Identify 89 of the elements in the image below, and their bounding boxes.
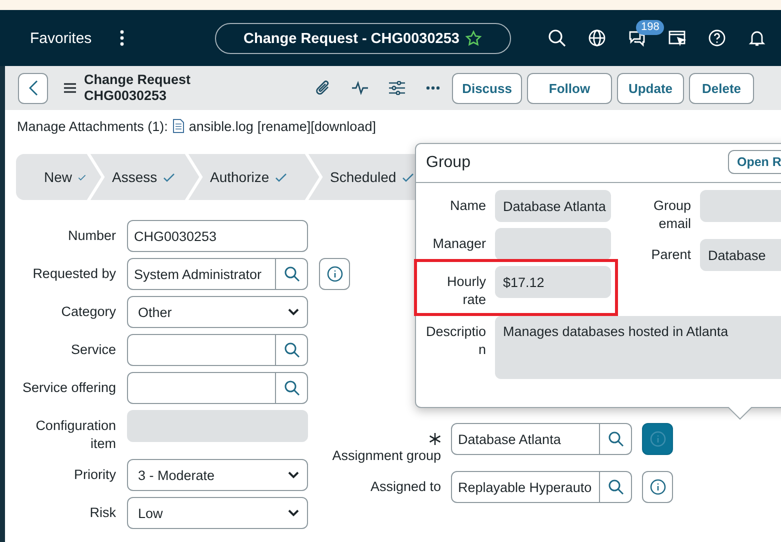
- search-icon: [284, 380, 300, 396]
- check-icon: [78, 172, 86, 182]
- field-label: Configuration item: [36, 418, 116, 451]
- field-label: Priority: [74, 467, 116, 482]
- stage-step: Assess: [106, 154, 184, 200]
- back-button[interactable]: [18, 72, 48, 104]
- info-icon: [650, 431, 666, 447]
- field-label: Category: [61, 304, 116, 319]
- search-icon: [608, 479, 624, 495]
- more-icon[interactable]: [426, 86, 440, 90]
- chevron-down-icon: [288, 471, 299, 479]
- stage-step: New: [16, 154, 86, 200]
- stage-step: Authorize: [204, 154, 304, 200]
- search-icon: [284, 266, 300, 282]
- popup-title: Group: [426, 154, 470, 172]
- stage-divider: [86, 154, 106, 200]
- document-icon: [172, 119, 184, 133]
- info-button[interactable]: [642, 423, 673, 455]
- select-field[interactable]: Other: [127, 296, 308, 328]
- bell-icon[interactable]: [748, 29, 766, 47]
- description-field: Manages databases hosted in Atlanta: [495, 316, 781, 379]
- attachment-action-link[interactable]: [download]: [310, 118, 376, 134]
- input-field[interactable]: [127, 372, 276, 404]
- action-button[interactable]: Discuss: [452, 72, 522, 104]
- stage-divider: [304, 154, 324, 200]
- field-label: Service offering: [22, 380, 116, 395]
- search-button[interactable]: [600, 471, 632, 503]
- chat-icon[interactable]: [628, 29, 646, 47]
- record-title-pill[interactable]: Change Request - CHG0030253: [215, 23, 511, 54]
- attachment-action-link[interactable]: [rename]: [257, 118, 311, 134]
- attachments-label: Manage Attachments (1):: [17, 118, 168, 134]
- screen-icon[interactable]: [668, 29, 686, 47]
- info-button[interactable]: [642, 471, 673, 503]
- help-icon[interactable]: [708, 29, 726, 47]
- stage-divider: [184, 154, 204, 200]
- star-icon[interactable]: [465, 30, 482, 47]
- chevron-down-icon: [288, 509, 299, 517]
- input-field[interactable]: CHG0030253: [127, 220, 308, 252]
- back-icon: [28, 80, 38, 96]
- action-button[interactable]: Update: [617, 72, 684, 104]
- field-label: Assignment group: [332, 448, 441, 463]
- check-icon: [275, 172, 288, 182]
- search-button[interactable]: [600, 423, 632, 455]
- search-icon: [608, 431, 624, 447]
- action-button[interactable]: Delete: [689, 72, 754, 104]
- select-field[interactable]: 3 - Moderate: [127, 459, 308, 491]
- record-number: CHG0030253: [84, 88, 168, 104]
- field-label: Assigned to: [370, 479, 441, 494]
- info-button[interactable]: [319, 258, 350, 290]
- input-field[interactable]: Replayable Hyperauto: [451, 471, 600, 503]
- select-field[interactable]: Low: [127, 497, 308, 529]
- field-label: Risk: [90, 505, 116, 520]
- field-label: Service: [70, 342, 116, 357]
- readonly-field: Database Atlanta: [495, 190, 611, 222]
- field-label: Parent: [650, 246, 691, 264]
- field-label: Hourly rate: [446, 273, 486, 309]
- chevron-down-icon: [288, 308, 299, 316]
- field-label: Manager: [432, 235, 486, 253]
- check-icon: [163, 172, 176, 182]
- field-label: Requested by: [32, 266, 116, 281]
- search-button[interactable]: [276, 372, 308, 404]
- search-button[interactable]: [276, 334, 308, 366]
- search-icon[interactable]: [548, 29, 566, 47]
- input-field[interactable]: System Administrator: [127, 258, 276, 290]
- action-button[interactable]: Follow: [527, 72, 612, 104]
- info-icon: [650, 479, 666, 495]
- field-label: Number: [68, 228, 116, 243]
- globe-icon[interactable]: [588, 29, 606, 47]
- field-label: Name: [448, 197, 486, 215]
- check-icon: [402, 172, 414, 182]
- activity-icon[interactable]: [352, 80, 368, 96]
- input-field[interactable]: Database Atlanta: [451, 423, 600, 455]
- sliders-icon[interactable]: [389, 81, 405, 95]
- favorites-menu[interactable]: Favorites: [30, 30, 92, 46]
- menu-icon[interactable]: [64, 83, 76, 93]
- info-icon: [326, 266, 342, 282]
- readonly-field: $17.12: [495, 266, 611, 298]
- input-field[interactable]: [127, 334, 276, 366]
- file-link[interactable]: ansible.log: [188, 118, 254, 134]
- field-label: Description: [424, 323, 486, 359]
- form-title: Change Request: [84, 72, 192, 88]
- more-icon[interactable]: [120, 30, 124, 46]
- paperclip-icon[interactable]: [315, 79, 331, 97]
- search-button[interactable]: [276, 258, 308, 290]
- open-record-button[interactable]: Open R: [728, 150, 781, 174]
- field-label: Group email: [652, 197, 691, 233]
- search-icon: [284, 342, 300, 358]
- notification-badge: 198: [636, 20, 664, 35]
- readonly-field: Database: [700, 239, 781, 271]
